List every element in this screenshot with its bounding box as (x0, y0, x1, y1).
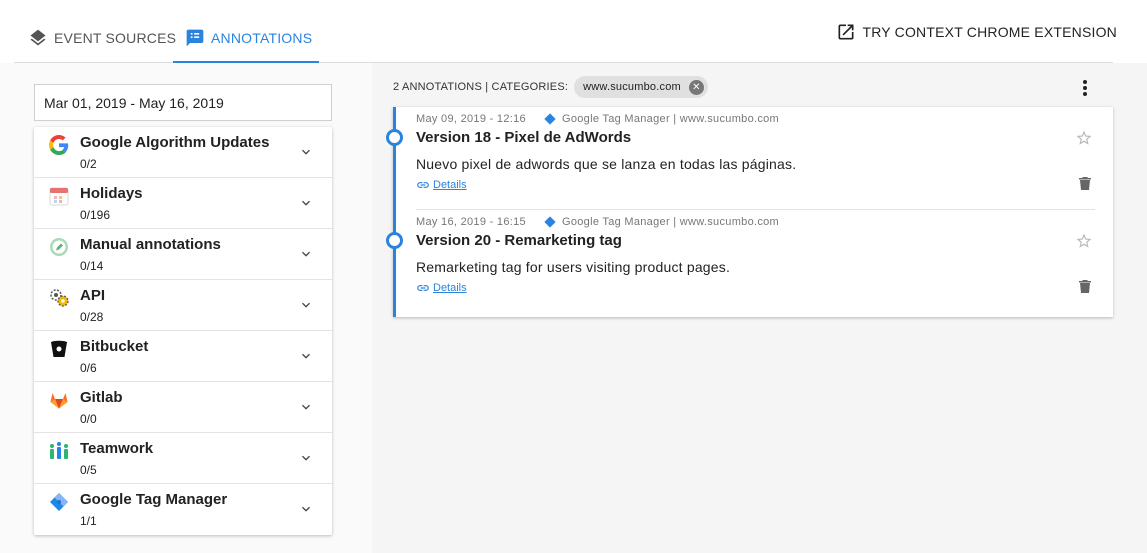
source-count: 0/6 (80, 361, 97, 375)
source-item-manual-annotations[interactable]: Manual annotations 0/14 (34, 229, 332, 280)
source-count: 0/5 (80, 463, 97, 477)
calendar-icon (48, 185, 70, 207)
chevron-down-icon[interactable] (298, 144, 314, 160)
source-count: 0/0 (80, 412, 97, 426)
source-item-google-algorithm-updates[interactable]: Google Algorithm Updates 0/2 (34, 127, 332, 178)
source-name: Bitbucket (80, 338, 149, 355)
source-item-bitbucket[interactable]: Bitbucket 0/6 (34, 331, 332, 382)
timeline-dot (386, 232, 403, 249)
source-name: API (80, 287, 106, 304)
details-link[interactable]: Details (416, 281, 467, 295)
star-icon[interactable] (1075, 232, 1093, 250)
annotation-source: Google Tag Manager | www.sucumbo.com (561, 216, 780, 228)
tab-annotations[interactable]: ANNOTATIONS (173, 14, 319, 63)
link-icon (417, 285, 429, 291)
annotation-description: Remarketing tag for users visiting produ… (416, 259, 731, 275)
chevron-down-icon[interactable] (298, 501, 314, 517)
source-item-api[interactable]: API 0/28 (34, 280, 332, 331)
details-label: Details (433, 179, 467, 191)
date-range-field[interactable]: Mar 01, 2019 - May 16, 2019 (34, 84, 332, 121)
details-label: Details (433, 282, 467, 294)
source-count: 0/14 (80, 259, 104, 273)
source-count: 0/196 (80, 208, 111, 222)
chrome-extension-label: TRY CONTEXT CHROME EXTENSION (862, 24, 1117, 40)
source-item-holidays[interactable]: Holidays 0/196 (34, 178, 332, 229)
source-count: 0/2 (80, 157, 97, 171)
gtm-icon (48, 491, 70, 513)
source-name: Manual annotations (80, 236, 221, 253)
source-count: 1/1 (80, 514, 97, 528)
layers-icon (28, 28, 48, 48)
chevron-down-icon[interactable] (298, 195, 314, 211)
delete-icon[interactable] (1079, 279, 1091, 293)
tab-event-sources[interactable]: EVENT SOURCES (28, 14, 176, 62)
delete-icon[interactable] (1079, 176, 1091, 190)
gtm-icon (544, 113, 556, 125)
annotation-date: May 16, 2019 - 16:15 (416, 216, 526, 228)
annotation-summary: 2 ANNOTATIONS | CATEGORIES: (393, 81, 569, 93)
annotation-title: Version 18 - Pixel de AdWords (416, 129, 632, 146)
chrome-extension-link[interactable]: TRY CONTEXT CHROME EXTENSION (836, 22, 1117, 42)
annotation-item: May 16, 2019 - 16:15 Google Tag Manager … (386, 210, 1113, 313)
gitlab-icon (48, 389, 70, 411)
annotation-meta: May 09, 2019 - 12:16 Google Tag Manager … (416, 113, 779, 125)
pencil-icon (48, 236, 70, 258)
star-icon[interactable] (1075, 129, 1093, 147)
source-name: Gitlab (80, 389, 123, 406)
more-vert-icon[interactable] (1077, 78, 1093, 98)
source-count: 0/28 (80, 310, 104, 324)
annotation-date: May 09, 2019 - 12:16 (416, 113, 526, 125)
annotation-title: Version 20 - Remarketing tag (416, 232, 622, 249)
bitbucket-icon (48, 338, 70, 360)
category-chip[interactable]: www.sucumbo.com ✕ (574, 76, 708, 98)
source-name: Teamwork (80, 440, 154, 457)
source-name: Google Algorithm Updates (80, 134, 270, 151)
gtm-icon (544, 216, 556, 228)
api-gears-icon (48, 287, 70, 309)
annotation-item: May 09, 2019 - 12:16 Google Tag Manager … (386, 107, 1113, 210)
details-link[interactable]: Details (416, 178, 467, 192)
notes-icon (185, 28, 205, 48)
annotation-meta: May 16, 2019 - 16:15 Google Tag Manager … (416, 216, 779, 228)
tab-annotations-label: ANNOTATIONS (211, 30, 313, 46)
chevron-down-icon[interactable] (298, 297, 314, 313)
chevron-down-icon[interactable] (298, 399, 314, 415)
chevron-down-icon[interactable] (298, 450, 314, 466)
link-icon (417, 182, 429, 188)
google-icon (48, 134, 70, 156)
tab-event-sources-label: EVENT SOURCES (54, 30, 177, 46)
category-chip-label: www.sucumbo.com (583, 81, 681, 93)
chevron-down-icon[interactable] (298, 246, 314, 262)
chevron-down-icon[interactable] (298, 348, 314, 364)
teamwork-icon (48, 440, 70, 462)
open-in-new-icon (836, 22, 856, 42)
source-item-teamwork[interactable]: Teamwork 0/5 (34, 433, 332, 484)
left-panel: Mar 01, 2019 - May 16, 2019 Google Algor… (0, 63, 372, 553)
filter-bar: 2 ANNOTATIONS | CATEGORIES: www.sucumbo.… (393, 76, 708, 98)
annotation-description: Nuevo pixel de adwords que se lanza en t… (416, 156, 797, 172)
annotations-panel: 2 ANNOTATIONS | CATEGORIES: www.sucumbo.… (372, 63, 1147, 553)
event-source-list: Google Algorithm Updates 0/2 Holidays 0/… (34, 127, 332, 535)
annotation-timeline-card: May 09, 2019 - 12:16 Google Tag Manager … (386, 107, 1113, 317)
source-name: Holidays (80, 185, 143, 202)
annotation-source: Google Tag Manager | www.sucumbo.com (561, 113, 780, 125)
source-item-gitlab[interactable]: Gitlab 0/0 (34, 382, 332, 433)
source-name: Google Tag Manager (80, 491, 228, 508)
close-icon[interactable]: ✕ (688, 79, 704, 95)
source-item-google-tag-manager[interactable]: Google Tag Manager 1/1 (34, 484, 332, 535)
timeline-dot (386, 129, 403, 146)
